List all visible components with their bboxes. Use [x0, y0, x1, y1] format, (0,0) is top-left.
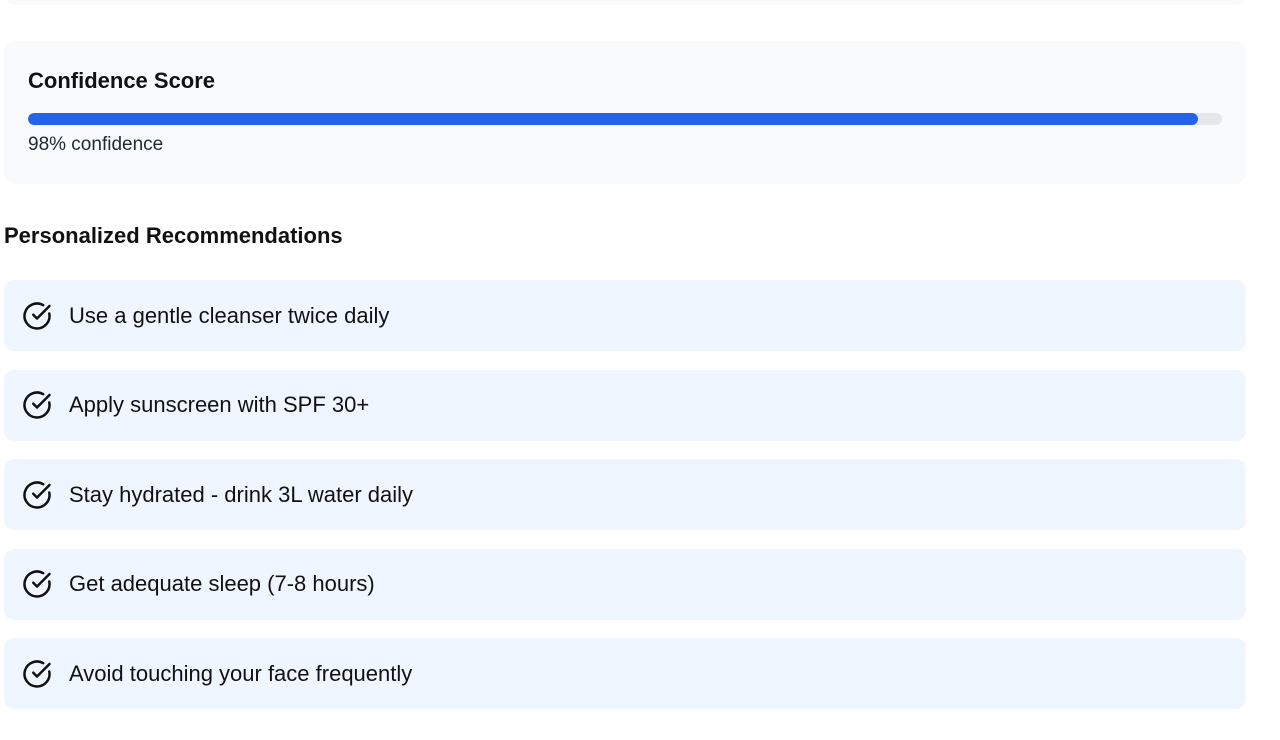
confidence-title: Confidence Score — [28, 68, 216, 93]
recommendation-item: Apply sunscreen with SPF 30+ — [4, 369, 1246, 441]
recommendation-text: Apply sunscreen with SPF 30+ — [69, 392, 370, 417]
recommendation-item: Stay hydrated - drink 3L water daily — [4, 459, 1246, 530]
recommendation-item: Get adequate sleep (7-8 hours) — [4, 548, 1246, 620]
check-circle-icon — [22, 301, 52, 331]
check-circle-icon — [22, 480, 52, 510]
check-circle-icon — [22, 390, 52, 420]
confidence-progress-fill — [28, 113, 1199, 125]
previous-card — [4, 0, 1246, 5]
confidence-card: Confidence Score 98% confidence — [4, 41, 1246, 184]
recommendation-text: Stay hydrated - drink 3L water daily — [69, 481, 414, 507]
check-circle-icon — [22, 659, 52, 689]
confidence-progress-track — [28, 113, 1222, 125]
recommendations-list: Use a gentle cleanser twice daily Apply s… — [4, 280, 1246, 728]
recommendation-item: Avoid touching your face frequently — [4, 638, 1246, 709]
recommendations-title: Personalized Recommendations — [4, 223, 343, 248]
confidence-label: 98% confidence — [28, 134, 164, 155]
results-page: Confidence Score 98% confidence Personal… — [0, 0, 1280, 740]
recommendation-item: Use a gentle cleanser twice daily — [4, 280, 1246, 351]
recommendation-text: Use a gentle cleanser twice daily — [69, 302, 390, 328]
check-circle-icon — [22, 569, 52, 599]
recommendation-text: Avoid touching your face frequently — [69, 660, 413, 686]
recommendation-text: Get adequate sleep (7-8 hours) — [69, 571, 375, 596]
